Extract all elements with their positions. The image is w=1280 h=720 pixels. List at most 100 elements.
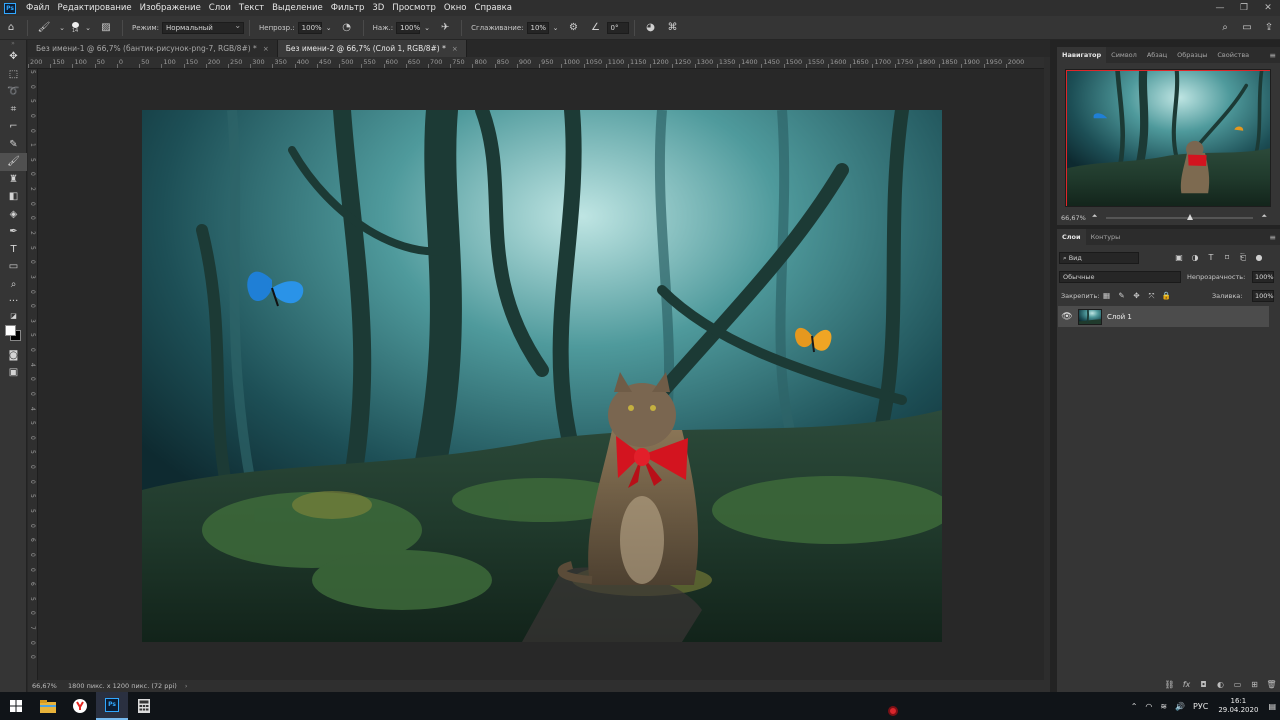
type-filter-icon[interactable]: T xyxy=(1203,252,1219,264)
share-icon[interactable]: ⇪ xyxy=(1261,20,1277,36)
rectangle-tool-icon[interactable]: ▭ xyxy=(0,258,27,276)
eraser-tool-icon[interactable]: ◧ xyxy=(0,188,27,206)
lasso-tool-icon[interactable]: ➰ xyxy=(0,83,27,101)
paint-bucket-tool-icon[interactable]: ◈ xyxy=(0,206,27,224)
pen-tool-icon[interactable]: ✒ xyxy=(0,223,27,241)
eye-icon[interactable]: 👁 xyxy=(1058,312,1076,322)
tab-paragraph[interactable]: Абзац xyxy=(1142,47,1172,63)
lock-all-icon[interactable]: 🔒 xyxy=(1159,290,1174,302)
menu-edit[interactable]: Редактирование xyxy=(53,3,135,13)
menu-select[interactable]: Выделение xyxy=(268,3,327,13)
pixel-filter-icon[interactable]: ▣ xyxy=(1171,252,1187,264)
opacity-field[interactable]: 100% xyxy=(297,21,322,34)
panel-menu-icon[interactable]: ≡ xyxy=(1269,51,1276,60)
menu-help[interactable]: Справка xyxy=(471,3,516,13)
color-swatches[interactable] xyxy=(0,321,27,347)
search-icon[interactable]: ⌕ xyxy=(1217,20,1233,36)
menu-window[interactable]: Окно xyxy=(440,3,471,13)
network-icon[interactable]: ◠ xyxy=(1141,702,1156,711)
navigator-zoom-value[interactable]: 66,67% xyxy=(1061,214,1086,222)
menu-layers[interactable]: Слои xyxy=(205,3,235,13)
smart-object-filter-icon[interactable]: ⎗ xyxy=(1235,252,1251,264)
menu-text[interactable]: Текст xyxy=(235,3,268,13)
close-icon[interactable]: × xyxy=(263,45,269,53)
foreground-color-swatch[interactable] xyxy=(5,324,16,336)
yandex-browser-button[interactable] xyxy=(64,692,96,720)
menu-image[interactable]: Изображение xyxy=(136,3,205,13)
maximize-icon[interactable]: ❐ xyxy=(1232,0,1256,16)
clone-stamp-tool-icon[interactable]: ♜ xyxy=(0,171,27,189)
toolbar-grip-icon[interactable]: » xyxy=(0,40,26,48)
menu-file[interactable]: Файл xyxy=(22,3,53,13)
document-canvas[interactable] xyxy=(142,110,942,642)
close-icon[interactable]: ✕ xyxy=(1256,0,1280,16)
layer-opacity-field[interactable]: 100% xyxy=(1252,271,1274,283)
type-tool-icon[interactable]: T xyxy=(0,241,27,259)
file-explorer-button[interactable] xyxy=(32,692,64,720)
layer-filter-select[interactable]: ⌕ Вид xyxy=(1059,252,1139,264)
zoom-tool-icon[interactable]: ⌕ xyxy=(0,276,27,294)
zoom-in-icon[interactable]: ⏶ xyxy=(1261,212,1267,221)
workspace-icon[interactable]: ▭ xyxy=(1239,20,1255,36)
layer-name[interactable]: Слой 1 xyxy=(1107,313,1132,321)
adjustment-layer-icon[interactable]: ◐ xyxy=(1212,680,1229,689)
delete-layer-icon[interactable]: 🗑 xyxy=(1263,680,1280,689)
menu-view[interactable]: Просмотр xyxy=(388,3,440,13)
shape-filter-icon[interactable]: ⌑ xyxy=(1219,252,1235,264)
smoothing-field[interactable]: 10% xyxy=(526,21,549,34)
status-menu-icon[interactable]: › xyxy=(185,682,188,690)
layer-row[interactable]: 👁 Слой 1 xyxy=(1058,306,1269,327)
link-layers-icon[interactable]: ⛓ xyxy=(1161,680,1178,689)
quick-mask-icon[interactable]: ◙ xyxy=(0,347,27,365)
pressure-opacity-icon[interactable]: ◔ xyxy=(339,20,355,36)
language-indicator[interactable]: РУС xyxy=(1189,702,1212,711)
navigator-zoom-slider[interactable]: ⏶ ⏶ xyxy=(1092,212,1267,223)
tab-character[interactable]: Символ xyxy=(1106,47,1142,63)
brush-settings-icon[interactable]: ▨ xyxy=(98,20,114,36)
tab-document-2[interactable]: Без имени-2 @ 66,7% (Слой 1, RGB/8#) * × xyxy=(277,40,467,57)
tab-properties[interactable]: Свойства xyxy=(1212,47,1254,63)
adjustment-filter-icon[interactable]: ◑ xyxy=(1187,252,1203,264)
lock-transparency-icon[interactable]: ▦ xyxy=(1099,290,1114,302)
brush-tool-preset-icon[interactable]: 🖌 xyxy=(36,20,52,36)
crop-tool-icon[interactable]: ⌐ xyxy=(0,118,27,136)
tab-layers[interactable]: Слои xyxy=(1057,229,1086,245)
tab-navigator[interactable]: Навигатор xyxy=(1057,47,1107,63)
new-group-icon[interactable]: ▭ xyxy=(1229,680,1246,689)
brush-size-preview[interactable]: 14 xyxy=(69,21,81,34)
move-tool-icon[interactable]: ✥ xyxy=(0,48,27,66)
more-tools-icon[interactable]: ··· xyxy=(0,293,27,311)
tab-swatches[interactable]: Образцы xyxy=(1172,47,1212,63)
tab-paths[interactable]: Контуры xyxy=(1086,229,1126,245)
lock-artboard-icon[interactable]: ⤧ xyxy=(1144,290,1159,302)
calculator-button[interactable] xyxy=(128,692,160,720)
flow-field[interactable]: 100% xyxy=(396,21,420,34)
filter-toggle-icon[interactable]: ● xyxy=(1251,252,1267,264)
default-colors-icon[interactable]: ◪ xyxy=(0,311,27,321)
home-icon[interactable]: ⌂ xyxy=(3,20,19,36)
navigator-thumbnail[interactable] xyxy=(1065,69,1271,207)
new-layer-icon[interactable]: ⊞ xyxy=(1246,680,1263,689)
chevron-down-icon[interactable]: ⌄ xyxy=(552,20,560,36)
chevron-down-icon[interactable]: ⌄ xyxy=(58,20,66,36)
fill-field[interactable]: 100% xyxy=(1252,290,1274,302)
start-button[interactable] xyxy=(0,692,32,720)
quick-select-tool-icon[interactable]: ⌗ xyxy=(0,101,27,119)
lock-pixels-icon[interactable]: ✎ xyxy=(1114,290,1129,302)
menu-3d[interactable]: 3D xyxy=(368,3,388,13)
brush-tool-icon[interactable]: 🖌 xyxy=(0,153,27,171)
mode-select[interactable]: Нормальный xyxy=(162,21,245,34)
chevron-down-icon[interactable]: ⌄ xyxy=(325,20,333,36)
marquee-tool-icon[interactable]: ⬚ xyxy=(0,66,27,84)
zoom-slider-thumb[interactable] xyxy=(1186,214,1193,220)
chevron-down-icon[interactable]: ⌄ xyxy=(84,20,92,36)
minimize-icon[interactable]: — xyxy=(1208,0,1232,16)
lock-position-icon[interactable]: ✥ xyxy=(1129,290,1144,302)
notifications-icon[interactable]: ▤ xyxy=(1264,702,1280,711)
fx-icon[interactable]: fx xyxy=(1178,680,1195,689)
pressure-size-icon[interactable]: ◕ xyxy=(643,20,659,36)
zoom-readout[interactable]: 66,67% xyxy=(28,682,62,690)
show-hidden-icons-icon[interactable]: ⌃ xyxy=(1127,702,1142,711)
angle-field[interactable]: 0° xyxy=(606,21,629,34)
panel-menu-icon[interactable]: ≡ xyxy=(1269,233,1276,242)
